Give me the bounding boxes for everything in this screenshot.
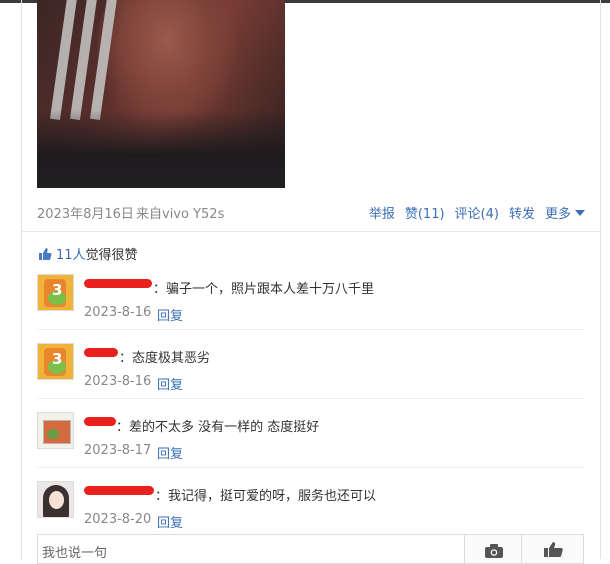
comment-text: ：我记得，挺可爱的呀，服务也还可以 (155, 489, 377, 504)
section-divider (22, 231, 600, 232)
reply-link[interactable]: 回复 (157, 305, 183, 324)
comment-input[interactable]: 我也说一句 (37, 534, 464, 564)
comment-text: ：态度极其恶劣 (119, 351, 211, 366)
reply-link[interactable]: 回复 (157, 374, 183, 393)
comment-divider (37, 467, 584, 468)
thumbs-up-icon (544, 541, 564, 561)
report-link[interactable]: 举报 (369, 203, 395, 222)
avatar-shape: 3 (52, 350, 63, 368)
reply-link[interactable]: 回复 (157, 443, 183, 462)
reply-link[interactable]: 回复 (157, 512, 183, 531)
comment-link[interactable]: 评论(4) (455, 203, 499, 222)
like-link[interactable]: 赞(11) (405, 203, 445, 222)
frame-border-right (600, 0, 601, 559)
comment-date: 2023-8-20 (84, 512, 152, 527)
share-link[interactable]: 转发 (509, 203, 535, 222)
likes-count[interactable]: 11人 (56, 248, 86, 263)
likes-summary: 11人觉得很赞 (38, 244, 138, 265)
comment-date: 2023-8-16 (84, 374, 152, 389)
comment-date: 2023-8-17 (84, 443, 152, 458)
avatar-shape (49, 491, 64, 509)
redaction-mark (84, 417, 116, 426)
likes-text: 觉得很赞 (85, 248, 138, 263)
avatar-shape: 3 (52, 281, 63, 299)
camera-icon (485, 543, 503, 562)
frame-border-left (21, 0, 22, 559)
comment-text: ：差的不太多 没有一样的 态度挺好 (116, 420, 320, 435)
comment-divider (37, 398, 584, 399)
more-dropdown[interactable]: 更多 (545, 203, 585, 222)
redaction-mark (84, 279, 152, 288)
chevron-down-icon (575, 210, 585, 216)
like-button[interactable] (522, 534, 584, 564)
post-actions: 举报 赞(11) 评论(4) 转发 更多 (359, 203, 585, 222)
girl-avatar[interactable] (37, 481, 74, 518)
redaction-mark (84, 348, 118, 357)
avatar-shape (47, 429, 59, 439)
comment-divider (37, 329, 584, 330)
book-avatar[interactable] (37, 412, 74, 449)
camera-button[interactable] (464, 534, 522, 564)
cartoon-avatar[interactable]: 3 (37, 274, 74, 311)
comment-date: 2023-8-16 (84, 305, 152, 320)
post-meta: 2023年8月16日 来自vivo Y52s 举报 赞(11) 评论(4) 转发… (37, 203, 587, 223)
more-label: 更多 (544, 207, 571, 222)
photo-shadow (37, 110, 285, 188)
redaction-mark (84, 486, 154, 495)
post-source: 来自vivo Y52s (136, 207, 225, 222)
post-photo[interactable] (37, 0, 285, 188)
thumbs-up-icon (38, 247, 52, 265)
comment-text: ：骗子一个，照片跟本人差十万八千里 (153, 282, 375, 297)
post-date: 2023年8月16日 (37, 207, 134, 222)
cartoon-avatar[interactable]: 3 (37, 343, 74, 380)
